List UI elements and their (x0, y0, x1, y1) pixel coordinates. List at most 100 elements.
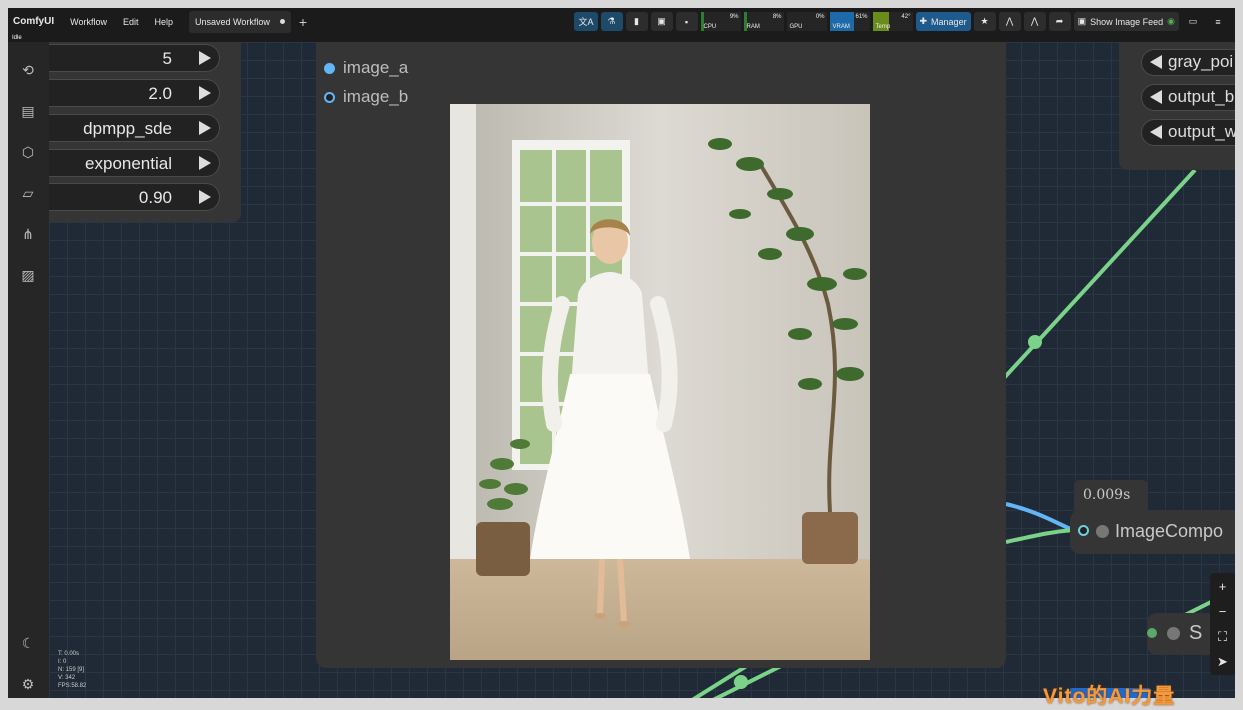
widget-value: 0.90 (138, 188, 172, 207)
feed-icon: ▣ (1077, 16, 1087, 26)
link-icon[interactable]: ⋀ (998, 12, 1021, 31)
gpu-percent: 0% (815, 14, 825, 20)
sidebar: ⟲ ▤ ⬡ ▱ ⋔ ▨ ☾ ⚙ (8, 42, 49, 698)
forward-icon[interactable]: ➦ (1048, 12, 1071, 31)
tab-unsaved-workflow[interactable]: Unsaved Workflow (189, 10, 291, 33)
top-bar: ComfyUI Workflow Edit Help Unsaved Workf… (8, 8, 1235, 35)
temp-percent: 42° (901, 14, 911, 20)
manager-label: Manager (931, 16, 967, 27)
widget-value: 5 (162, 49, 172, 68)
gpu-meter: 0% GPU (786, 12, 827, 31)
node-collapse-icon[interactable] (1096, 525, 1109, 538)
slot-image-a[interactable]: image_a (324, 58, 408, 78)
output-node[interactable]: gray_poi output_b output_w (1119, 42, 1235, 170)
sampler-node[interactable]: 5 2.0 dpmpp_sde exponential 0.90 (49, 42, 241, 222)
canvas-stats: T: 0.00s I: 0 N: 159 [9] V: 342 FPS:58.8… (58, 650, 86, 690)
pill-gray-point[interactable]: gray_poi (1141, 49, 1235, 76)
toolbar-right: 文A ⚗ ▮ ▣ ▪ 9% CPU 8% RAM 0% GPU 61% VRAM… (574, 8, 1235, 35)
share-icon[interactable]: ⋀ (1023, 12, 1046, 31)
tab-title: Unsaved Workflow (195, 16, 270, 27)
stat-fps: FPS:58.82 (58, 683, 87, 689)
app-brand[interactable]: ComfyUI (8, 16, 62, 27)
node-collapse-icon[interactable] (1167, 627, 1180, 640)
increment-arrow-icon[interactable] (199, 86, 211, 100)
history-icon[interactable]: ⟲ (19, 61, 37, 79)
translate-icon[interactable]: 文A (574, 12, 598, 31)
execution-time-badge: 0.009s (1074, 480, 1148, 510)
decrement-arrow-icon[interactable] (1150, 125, 1162, 139)
queue-icon[interactable]: ⚗ (600, 12, 623, 31)
image-icon[interactable]: ▨ (19, 266, 37, 284)
vram-label: VRAM (832, 24, 850, 30)
increment-arrow-icon[interactable] (199, 190, 211, 204)
bookmark-icon[interactable]: ▮ (625, 12, 648, 31)
decrement-arrow-icon[interactable] (1150, 90, 1162, 104)
input-slot-icon[interactable] (1147, 628, 1157, 638)
temp-meter: 42° Temp (872, 12, 913, 31)
widget-scheduler[interactable]: exponential (49, 149, 220, 177)
cpu-meter: 9% CPU (700, 12, 741, 31)
manager-button[interactable]: ✚ Manager (915, 12, 971, 31)
stat-time: T: 0.00s (58, 651, 80, 657)
slot-dot-icon[interactable] (324, 91, 335, 103)
menu-edit[interactable]: Edit (115, 17, 147, 27)
input-slot-icon[interactable] (1078, 525, 1089, 536)
gear-icon[interactable]: ⚙ (19, 675, 37, 693)
queue-status: Idle (8, 35, 1235, 42)
hamburger-menu-icon[interactable]: ≡ (1207, 12, 1229, 31)
fit-view-icon[interactable]: ⛶ (1210, 625, 1235, 648)
decrement-arrow-icon[interactable] (1150, 55, 1162, 69)
widget-value: 2.0 (148, 84, 172, 103)
node-title: S (1189, 622, 1203, 644)
feed-status-icon: ◉ (1167, 16, 1175, 26)
pill-output-b[interactable]: output_b (1141, 84, 1235, 111)
pill-label: gray_poi (1168, 52, 1234, 71)
save-icon[interactable]: ▪ (675, 12, 698, 31)
slot-image-b[interactable]: image_b (324, 87, 408, 107)
library-icon[interactable]: ▤ (19, 102, 37, 120)
image-compare-node[interactable]: image_a image_b (316, 42, 1006, 668)
ram-label: RAM (746, 24, 760, 30)
widget-denoise[interactable]: 0.90 (49, 183, 220, 211)
cube-icon[interactable]: ⬡ (19, 143, 37, 161)
vram-meter: 61% VRAM (829, 12, 870, 31)
image-feed-label: Show Image Feed (1090, 16, 1164, 27)
increment-arrow-icon[interactable] (199, 51, 211, 65)
moon-icon[interactable]: ☾ (19, 634, 37, 652)
locate-icon[interactable]: ➤ (1210, 650, 1235, 673)
zoom-controls: + − ⛶ ➤ (1210, 573, 1235, 675)
image-compo-node[interactable]: ImageCompo (1070, 510, 1235, 554)
menu-help[interactable]: Help (146, 17, 181, 27)
widget-sampler[interactable]: dpmpp_sde (49, 114, 220, 142)
folder-icon[interactable]: ▱ (19, 184, 37, 202)
menu-workflow[interactable]: Workflow (62, 17, 115, 27)
gpu-label: GPU (789, 24, 803, 30)
widget-value: dpmpp_sde (83, 119, 172, 138)
new-tab-button[interactable]: + (291, 14, 315, 30)
increment-arrow-icon[interactable] (199, 156, 211, 170)
cpu-label: CPU (703, 24, 717, 30)
preview-image[interactable] (450, 104, 870, 660)
increment-arrow-icon[interactable] (199, 121, 211, 135)
image-feed-button[interactable]: ▣ Show Image Feed ◉ (1073, 12, 1179, 31)
panel-toggle-icon[interactable]: ▭ (1182, 12, 1204, 31)
workflow-icon[interactable]: ⋔ (19, 225, 37, 243)
slot-dot-icon[interactable] (324, 62, 335, 74)
pill-output-w[interactable]: output_w (1141, 119, 1235, 146)
ram-percent: 8% (772, 14, 782, 20)
pill-label: output_b (1168, 87, 1235, 106)
star-icon[interactable]: ★ (973, 12, 996, 31)
zoom-out-icon[interactable]: − (1210, 600, 1235, 623)
pill-label: output_w (1168, 122, 1235, 141)
clipboard-icon[interactable]: ▣ (650, 12, 673, 31)
stat-v: V: 342 (58, 675, 76, 681)
widget-cfg[interactable]: 2.0 (49, 79, 220, 107)
zoom-in-icon[interactable]: + (1210, 575, 1235, 598)
ram-meter: 8% RAM (743, 12, 784, 31)
node-title: ImageCompo (1115, 521, 1224, 541)
vram-percent: 61% (855, 14, 868, 20)
comfyui-app: ComfyUI Workflow Edit Help Unsaved Workf… (8, 8, 1235, 698)
node-canvas[interactable]: 5 2.0 dpmpp_sde exponential 0.90 image_a… (49, 42, 1235, 698)
widget-steps[interactable]: 5 (49, 44, 220, 72)
preview-image-art (450, 104, 870, 660)
